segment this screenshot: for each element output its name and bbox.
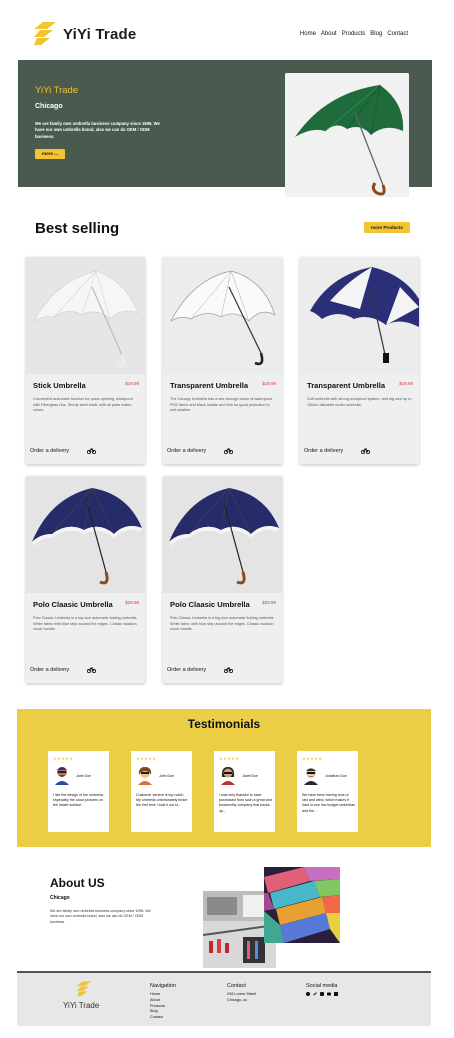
product-name: Polo Claasic Umbrella [170, 600, 250, 609]
product-price: $19.99 [399, 381, 413, 386]
order-delivery-link[interactable]: Order a delivery [167, 667, 206, 673]
hero-location: Chicago [35, 103, 63, 110]
motorbike-icon[interactable] [224, 666, 233, 673]
nav-home[interactable]: Home [300, 31, 316, 37]
about-fabric-image [264, 867, 340, 943]
reviewer-name: Jonathan Doe [325, 774, 347, 778]
review-text: We have been having tons of rain and win… [302, 793, 355, 813]
rating-stars: ★★★★★ [219, 756, 240, 761]
footer-social: Social media [306, 982, 338, 997]
order-delivery-link[interactable]: Order a delivery [304, 448, 343, 454]
motorbike-icon[interactable] [224, 447, 233, 454]
product-card[interactable]: Stick Umbrella $19.99 Convenient automat… [26, 257, 145, 464]
testimonial-card: ★★★★★ Jonathan Doe We have been having t… [297, 751, 358, 832]
hero-umbrella-image [285, 73, 409, 197]
rating-stars: ★★★★★ [302, 756, 323, 761]
avatar-icon [304, 768, 318, 785]
hero-banner: YiYi Trade Chicago We are family own umb… [18, 60, 432, 197]
avatar-icon [55, 767, 69, 785]
product-image [163, 257, 282, 374]
product-name: Transparent Umbrella [170, 381, 249, 390]
nav-products[interactable]: Products [342, 31, 366, 37]
about-title: About US [50, 876, 105, 890]
instagram-icon[interactable] [320, 992, 324, 997]
rating-stars: ★★★★★ [53, 756, 74, 761]
main-menu: Home About Products Blog Contact [300, 31, 408, 37]
review-text: Customer service is top notch. My umbrel… [136, 793, 188, 808]
reviewer-name: John Doe [159, 774, 174, 778]
testimonial-card: ★★★★★ Janet Doe I was very thankful to h… [214, 751, 275, 832]
testimonials-section: Testimonials ★★★★★ Jane Doe I like the d… [17, 709, 431, 847]
product-card[interactable]: Transparent Umbrella $19.99 The Canopy U… [163, 257, 282, 464]
review-text: I was very thankful to have purchased fr… [219, 793, 272, 813]
product-card[interactable]: Polo Claasic Umbrella $29.99 Polo Classi… [26, 476, 145, 683]
footer-contact: Contact 208 Lorem Street Chicago, us [227, 982, 256, 1004]
facebook-icon[interactable] [306, 992, 310, 997]
best-selling-title: Best selling [35, 220, 120, 237]
nav-about[interactable]: About [321, 31, 337, 37]
about-description: We are family own umbrella business comp… [50, 909, 151, 924]
product-price: $19.99 [262, 381, 276, 386]
linkedin-icon[interactable] [334, 992, 338, 997]
footer-logo-icon[interactable] [77, 981, 91, 997]
more-products-button[interactable]: more Products [364, 222, 410, 233]
footer-brand[interactable]: YiYi Trade [63, 1001, 99, 1010]
product-image [26, 257, 145, 374]
site-footer: YiYi Trade Navigation Home About Product… [17, 971, 431, 1026]
product-card[interactable]: Polo Claasic Umbrella $29.99 Polo Classi… [163, 476, 282, 683]
motorbike-icon[interactable] [87, 447, 96, 454]
footer-navigation: Navigation Home About Products Blog Cont… [150, 982, 176, 1021]
product-price: $19.99 [125, 381, 139, 386]
product-name: Transparent Umbrella [307, 381, 386, 390]
twitter-icon[interactable] [313, 992, 317, 996]
logo-icon[interactable] [34, 22, 56, 46]
reviewer-name: Jane Doe [76, 774, 91, 778]
product-price: $29.99 [125, 600, 139, 605]
footer-nav-title: Navigation [150, 983, 176, 989]
product-name: Stick Umbrella [33, 381, 86, 390]
order-delivery-link[interactable]: Order a delivery [30, 667, 69, 673]
product-description: Polo Classic Umbrella is a big size auto… [170, 616, 275, 631]
testimonial-card: ★★★★★ John Doe Customer service is top n… [131, 751, 192, 832]
reviewer-name: Janet Doe [242, 774, 258, 778]
footer-contact-title: Contact [227, 983, 246, 989]
product-card[interactable]: Transparent Umbrella $19.99 Golf umbrell… [300, 257, 419, 464]
review-text: I like the design of the umbrella, espec… [53, 793, 104, 808]
nav-contact[interactable]: Contact [387, 31, 408, 37]
product-description: Convenient automatic function for quick … [33, 397, 133, 412]
product-name: Polo Claasic Umbrella [33, 600, 113, 609]
hero-description: We are family own umbrella business comp… [35, 121, 160, 139]
youtube-icon[interactable] [327, 992, 331, 996]
product-image [26, 476, 145, 593]
product-description: The Canopy Umbrella has a see-through do… [170, 397, 273, 412]
avatar-icon [138, 767, 152, 785]
order-delivery-link[interactable]: Order a delivery [30, 448, 69, 454]
product-description: Golf umbrella with strong windproof syst… [307, 397, 412, 407]
motorbike-icon[interactable] [87, 666, 96, 673]
avatar-icon [221, 767, 235, 785]
product-image [163, 476, 282, 593]
testimonials-title: Testimonials [187, 717, 261, 731]
rating-stars: ★★★★★ [136, 756, 157, 761]
brand-name[interactable]: YiYi Trade [63, 26, 136, 43]
hero-more-button[interactable]: more ... [35, 149, 65, 159]
footer-social-title: Social media [306, 983, 338, 989]
footer-nav-contact[interactable]: Contact [150, 1015, 176, 1021]
motorbike-icon[interactable] [361, 447, 370, 454]
product-price: $29.99 [262, 600, 276, 605]
order-delivery-link[interactable]: Order a delivery [167, 448, 206, 454]
about-location: Chicago [50, 895, 70, 901]
nav-blog[interactable]: Blog [370, 31, 382, 37]
footer-address-line: Chicago, us [227, 997, 248, 1002]
testimonial-card: ★★★★★ Jane Doe I like the design of the … [48, 751, 109, 832]
top-nav: YiYi Trade Home About Products Blog Cont… [0, 0, 454, 60]
hero-title: YiYi Trade [35, 85, 79, 96]
product-image [300, 257, 419, 374]
product-description: Polo Classic Umbrella is a big size auto… [33, 616, 138, 631]
